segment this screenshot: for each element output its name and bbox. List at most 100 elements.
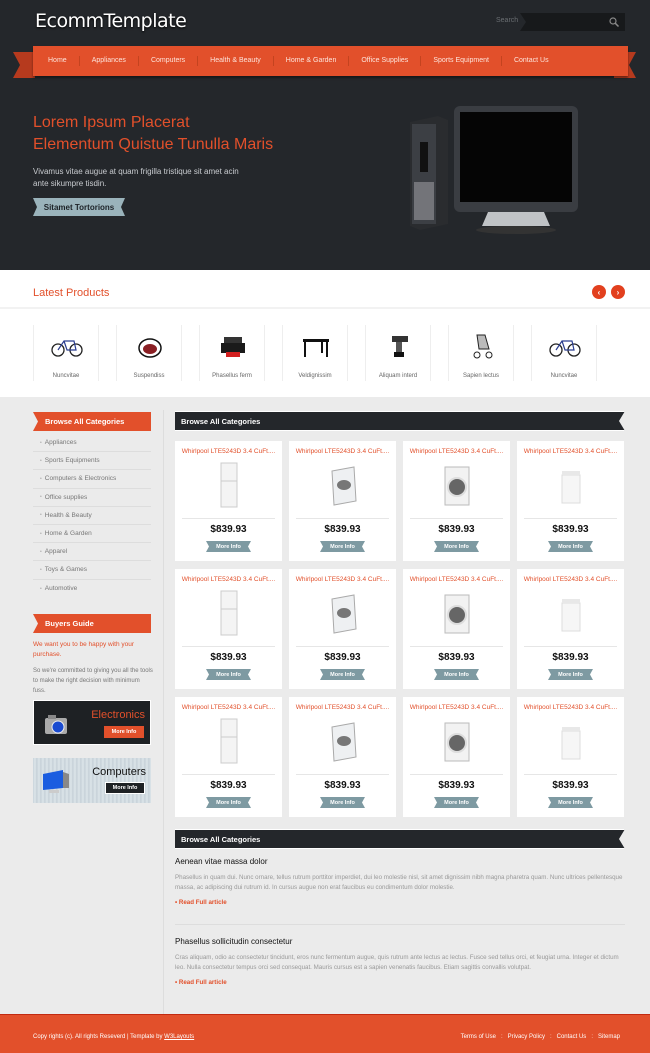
carousel-next-button[interactable]: › — [611, 285, 625, 299]
read-more-link[interactable]: • Read Full article — [175, 899, 625, 906]
article-title[interactable]: Phasellus sollicitudin consectetur — [175, 937, 625, 946]
more-info-button[interactable]: More Info — [548, 541, 593, 552]
divider — [410, 518, 503, 519]
product-price: $839.93 — [552, 652, 589, 663]
article: Phasellus sollicitudin consectetur Cras … — [175, 937, 625, 986]
product-card[interactable]: Whirlpool LTE5243D 3.4 CuFt.... $839.93 … — [289, 441, 396, 561]
nav-item-health-beauty[interactable]: Health & Beauty — [198, 56, 274, 66]
carousel-item[interactable]: Nuncvitae — [531, 325, 597, 381]
bullet-icon: • — [40, 494, 42, 501]
category-item[interactable]: • Toys & Games — [33, 561, 151, 580]
category-item[interactable]: • Automotive — [33, 580, 151, 598]
bullet-icon: • — [40, 585, 42, 592]
electronics-promo[interactable]: Electronics More Info — [33, 700, 151, 745]
carousel-item[interactable]: Veldignissim — [282, 325, 348, 381]
computers-promo[interactable]: Computers More Info — [33, 758, 151, 803]
carousel-item[interactable]: Sapien lectus — [448, 325, 514, 381]
product-title[interactable]: Whirlpool LTE5243D 3.4 CuFt.... — [175, 704, 282, 711]
product-card[interactable]: Whirlpool LTE5243D 3.4 CuFt.... $839.93 … — [403, 569, 510, 689]
product-title[interactable]: Whirlpool LTE5243D 3.4 CuFt.... — [517, 704, 624, 711]
carousel-item-label: Phasellus ferm — [212, 373, 252, 379]
more-info-button[interactable]: More Info — [434, 541, 479, 552]
product-card[interactable]: Whirlpool LTE5243D 3.4 CuFt.... $839.93 … — [175, 569, 282, 689]
product-title[interactable]: Whirlpool LTE5243D 3.4 CuFt.... — [289, 704, 396, 711]
footer-link-terms[interactable]: Terms of Use — [461, 1034, 496, 1040]
stacked-washer-image — [220, 590, 238, 636]
category-item[interactable]: • Health & Beauty — [33, 507, 151, 525]
more-info-button[interactable]: More Info — [206, 669, 251, 680]
carousel-item[interactable]: Suspendiss — [116, 325, 182, 381]
carousel-item[interactable]: Phasellus ferm — [199, 325, 265, 381]
category-label: Apparel — [44, 548, 68, 556]
hero-button[interactable]: Sitamet Tortorions — [33, 198, 125, 216]
divider — [0, 307, 650, 309]
read-more-link[interactable]: • Read Full article — [175, 979, 625, 986]
more-info-button[interactable]: More Info — [104, 726, 144, 738]
product-title[interactable]: Whirlpool LTE5243D 3.4 CuFt.... — [517, 576, 624, 583]
more-info-button[interactable]: More Info — [434, 797, 479, 808]
category-item[interactable]: • Home & Garden — [33, 525, 151, 544]
category-item[interactable]: • Sports Equipments — [33, 452, 151, 471]
category-item[interactable]: • Apparel — [33, 543, 151, 562]
product-title[interactable]: Whirlpool LTE5243D 3.4 CuFt.... — [289, 448, 396, 455]
search-icon[interactable] — [608, 16, 620, 28]
more-info-button[interactable]: More Info — [320, 797, 365, 808]
footer-link-contact[interactable]: Contact Us — [557, 1034, 587, 1040]
logo[interactable]: EcommTemplate — [35, 10, 187, 32]
category-label: Office supplies — [44, 493, 88, 501]
search-input[interactable] — [520, 13, 625, 31]
carousel-item[interactable]: Aliquam interd — [365, 325, 431, 381]
product-carousel: Nuncvitae Suspendiss Phasellus ferm Veld… — [33, 325, 614, 381]
product-card[interactable]: Whirlpool LTE5243D 3.4 CuFt.... $839.93 … — [517, 569, 624, 689]
product-title[interactable]: Whirlpool LTE5243D 3.4 CuFt.... — [175, 576, 282, 583]
hero-title-line2: Elementum Quistue Tunulla Maris — [33, 136, 274, 153]
nav-item-sports-equipment[interactable]: Sports Equipment — [421, 56, 502, 66]
nav-item-home-garden[interactable]: Home & Garden — [274, 56, 350, 66]
promo-title: Electronics — [91, 709, 145, 721]
product-title[interactable]: Whirlpool LTE5243D 3.4 CuFt.... — [403, 448, 510, 455]
nav-item-computers[interactable]: Computers — [139, 56, 199, 66]
product-card[interactable]: Whirlpool LTE5243D 3.4 CuFt.... $839.93 … — [289, 697, 396, 817]
credit-link[interactable]: W3Layouts — [164, 1034, 194, 1040]
more-info-button[interactable]: More Info — [320, 669, 365, 680]
product-card[interactable]: Whirlpool LTE5243D 3.4 CuFt.... $839.93 … — [517, 697, 624, 817]
nav-item-office-supplies[interactable]: Office Supplies — [349, 56, 422, 66]
product-title[interactable]: Whirlpool LTE5243D 3.4 CuFt.... — [517, 448, 624, 455]
more-info-button[interactable]: More Info — [320, 541, 365, 552]
divider — [524, 774, 617, 775]
footer-link-sitemap[interactable]: Sitemap — [598, 1034, 620, 1040]
nav-item-home[interactable]: Home — [48, 56, 80, 66]
more-info-button[interactable]: More Info — [548, 797, 593, 808]
product-title[interactable]: Whirlpool LTE5243D 3.4 CuFt.... — [289, 576, 396, 583]
separator: : — [500, 1034, 503, 1040]
category-label: Automotive — [44, 585, 78, 593]
category-item[interactable]: • Office supplies — [33, 489, 151, 507]
article-title[interactable]: Aenean vitae massa dolor — [175, 857, 625, 866]
more-info-button[interactable]: More Info — [548, 669, 593, 680]
more-info-button[interactable]: More Info — [434, 669, 479, 680]
category-item[interactable]: • Computers & Electronics — [33, 470, 151, 489]
desktop-computer-image — [410, 106, 578, 234]
carousel-item-label: Veldignissim — [298, 373, 332, 379]
product-title[interactable]: Whirlpool LTE5243D 3.4 CuFt.... — [403, 704, 510, 711]
product-title[interactable]: Whirlpool LTE5243D 3.4 CuFt.... — [403, 576, 510, 583]
product-card[interactable]: Whirlpool LTE5243D 3.4 CuFt.... $839.93 … — [175, 441, 282, 561]
product-title[interactable]: Whirlpool LTE5243D 3.4 CuFt.... — [175, 448, 282, 455]
product-card[interactable]: Whirlpool LTE5243D 3.4 CuFt.... $839.93 … — [289, 569, 396, 689]
product-card[interactable]: Whirlpool LTE5243D 3.4 CuFt.... $839.93 … — [517, 441, 624, 561]
product-card[interactable]: Whirlpool LTE5243D 3.4 CuFt.... $839.93 … — [175, 697, 282, 817]
product-card[interactable]: Whirlpool LTE5243D 3.4 CuFt.... $839.93 … — [403, 697, 510, 817]
carousel-prev-button[interactable]: ‹ — [592, 285, 606, 299]
category-item[interactable]: • Appliances — [33, 434, 151, 453]
carousel-item[interactable]: Nuncvitae — [33, 325, 99, 381]
more-info-button[interactable]: More Info — [105, 782, 145, 794]
bullet-icon: • — [40, 475, 42, 482]
more-info-button[interactable]: More Info — [206, 797, 251, 808]
more-info-button[interactable]: More Info — [206, 541, 251, 552]
search-label: Search — [496, 17, 519, 24]
white-washer-image — [561, 599, 581, 632]
product-card[interactable]: Whirlpool LTE5243D 3.4 CuFt.... $839.93 … — [403, 441, 510, 561]
nav-item-appliances[interactable]: Appliances — [80, 56, 139, 66]
footer-link-privacy[interactable]: Privacy Policy — [508, 1034, 545, 1040]
nav-item-contact-us[interactable]: Contact Us — [502, 56, 561, 66]
